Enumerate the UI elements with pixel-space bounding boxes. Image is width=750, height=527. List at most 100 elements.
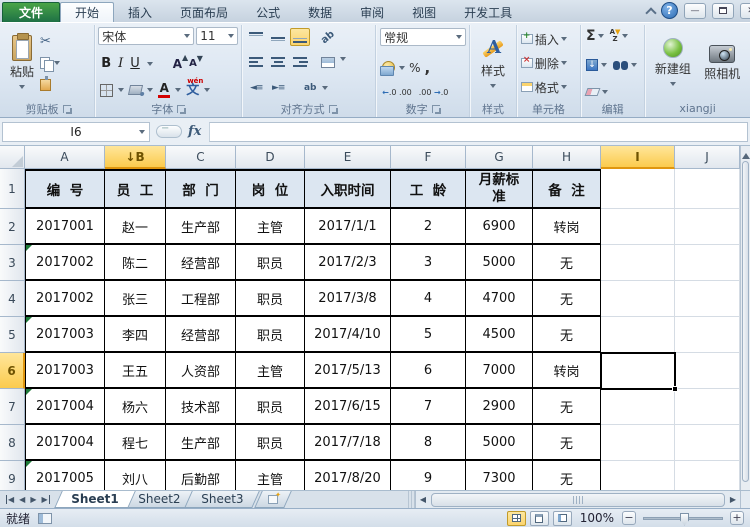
cell-E6[interactable]: 2017/5/13	[305, 353, 391, 389]
cell-E5[interactable]: 2017/4/10	[305, 317, 391, 353]
cell-J3[interactable]	[675, 245, 740, 281]
help-icon[interactable]: ?	[661, 2, 678, 19]
collapse-ribbon-icon[interactable]	[645, 6, 657, 19]
new-group-button[interactable]: 新建组	[650, 27, 696, 100]
font-name-select[interactable]: 宋体	[98, 27, 195, 45]
cell-B3[interactable]: 陈二	[105, 245, 166, 281]
column-header-H[interactable]: H	[533, 146, 601, 169]
minimize-button[interactable]: —	[684, 2, 706, 19]
insert-worksheet-button[interactable]	[254, 491, 292, 508]
tab-页面布局[interactable]: 页面布局	[166, 2, 242, 22]
fill-button[interactable]: ↓	[586, 59, 599, 71]
cell-A8[interactable]: 2017004	[25, 425, 105, 461]
cell-styles-button[interactable]: A 样式	[475, 27, 511, 100]
vertical-scrollbar[interactable]	[740, 146, 750, 490]
phonetic-guide-button[interactable]: wén 文	[186, 77, 203, 97]
decrease-indent-button[interactable]: ◄≡	[246, 79, 266, 97]
column-header-J[interactable]: J	[675, 146, 740, 169]
format-cells-button[interactable]: 格式	[520, 77, 577, 97]
cell-G3[interactable]: 5000	[466, 245, 533, 281]
cell-I9[interactable]	[601, 461, 675, 490]
row-header-6[interactable]: 6	[0, 353, 25, 389]
tab-split-handle[interactable]	[408, 491, 415, 508]
column-header-E[interactable]: E	[305, 146, 391, 169]
sort-filter-button[interactable]: A▼ Z	[610, 29, 621, 43]
cell-C2[interactable]: 生产部	[166, 209, 236, 245]
cell-I4[interactable]	[601, 281, 675, 317]
cell-C3[interactable]: 经营部	[166, 245, 236, 281]
cell-J4[interactable]	[675, 281, 740, 317]
cell-D9[interactable]: 主管	[236, 461, 305, 490]
number-dialog-launcher-icon[interactable]	[431, 104, 441, 114]
cell-G8[interactable]: 5000	[466, 425, 533, 461]
cell-G9[interactable]: 7300	[466, 461, 533, 490]
select-all-corner[interactable]	[0, 146, 25, 169]
first-sheet-icon[interactable]: ◀	[6, 495, 14, 504]
font-size-select[interactable]: 11	[196, 27, 239, 45]
tab-审阅[interactable]: 审阅	[346, 2, 398, 22]
decrease-decimal-button[interactable]: .00 →.0	[419, 89, 449, 97]
cell-I6[interactable]	[601, 353, 675, 389]
underline-button[interactable]: U	[130, 56, 140, 71]
cell-I2[interactable]	[601, 209, 675, 245]
cell-E2[interactable]: 2017/1/1	[305, 209, 391, 245]
cell-F4[interactable]: 4	[391, 281, 466, 317]
close-button[interactable]: ✕	[740, 2, 750, 19]
cell-E8[interactable]: 2017/7/18	[305, 425, 391, 461]
column-header-D[interactable]: D	[236, 146, 305, 169]
cell-B8[interactable]: 程七	[105, 425, 166, 461]
restore-button[interactable]	[712, 2, 734, 19]
cell-E7[interactable]: 2017/6/15	[305, 389, 391, 425]
next-sheet-icon[interactable]: ▶	[30, 495, 36, 504]
column-header-I[interactable]: I	[601, 146, 675, 169]
clipboard-dialog-launcher-icon[interactable]	[62, 104, 72, 114]
scroll-right-icon[interactable]: ▶	[726, 491, 740, 508]
cell-J1[interactable]	[675, 169, 740, 209]
cell-J2[interactable]	[675, 209, 740, 245]
cell-J6[interactable]	[675, 353, 740, 389]
cell-A1[interactable]: 编 号	[25, 169, 105, 209]
cell-F8[interactable]: 8	[391, 425, 466, 461]
cell-D3[interactable]: 职员	[236, 245, 305, 281]
cell-J8[interactable]	[675, 425, 740, 461]
row-header-9[interactable]: 9	[0, 461, 25, 490]
increase-decimal-button[interactable]: ←.0 .00	[382, 89, 412, 97]
cell-G5[interactable]: 4500	[466, 317, 533, 353]
cut-button[interactable]: ✂	[39, 32, 61, 52]
cell-C8[interactable]: 生产部	[166, 425, 236, 461]
tab-公式[interactable]: 公式	[242, 2, 294, 22]
cell-I7[interactable]	[601, 389, 675, 425]
cell-B9[interactable]: 刘八	[105, 461, 166, 490]
cell-D8[interactable]: 职员	[236, 425, 305, 461]
grow-font-button[interactable]: A ▲	[173, 53, 188, 71]
cell-I8[interactable]	[601, 425, 675, 461]
name-box-dropdown-icon[interactable]	[139, 129, 145, 137]
cell-H8[interactable]: 无	[533, 425, 601, 461]
normal-view-button[interactable]	[506, 510, 526, 526]
align-bottom-button[interactable]	[290, 28, 311, 46]
vertical-scroll-thumb[interactable]	[742, 161, 749, 482]
macro-record-icon[interactable]	[38, 512, 53, 524]
cell-I5[interactable]	[601, 317, 675, 353]
cell-C4[interactable]: 工程部	[166, 281, 236, 317]
cell-H6[interactable]: 转岗	[533, 353, 601, 389]
wrap-text-button[interactable]: ab	[300, 79, 320, 97]
font-dialog-launcher-icon[interactable]	[177, 104, 187, 114]
cell-D5[interactable]: 职员	[236, 317, 305, 353]
zoom-slider[interactable]	[643, 512, 723, 526]
cell-G2[interactable]: 6900	[466, 209, 533, 245]
cell-A2[interactable]: 2017001	[25, 209, 105, 245]
row-header-4[interactable]: 4	[0, 281, 25, 317]
cell-D1[interactable]: 岗 位	[236, 169, 305, 209]
cell-F3[interactable]: 3	[391, 245, 466, 281]
cell-C9[interactable]: 后勤部	[166, 461, 236, 490]
cell-E3[interactable]: 2017/2/3	[305, 245, 391, 281]
column-header-A[interactable]: A	[25, 146, 105, 169]
align-left-button[interactable]	[246, 54, 266, 72]
cell-E9[interactable]: 2017/8/20	[305, 461, 391, 490]
cell-J5[interactable]	[675, 317, 740, 353]
cell-B2[interactable]: 赵一	[105, 209, 166, 245]
sheet-tab-Sheet1[interactable]: Sheet1	[53, 491, 135, 508]
cell-B7[interactable]: 杨六	[105, 389, 166, 425]
cell-B4[interactable]: 张三	[105, 281, 166, 317]
